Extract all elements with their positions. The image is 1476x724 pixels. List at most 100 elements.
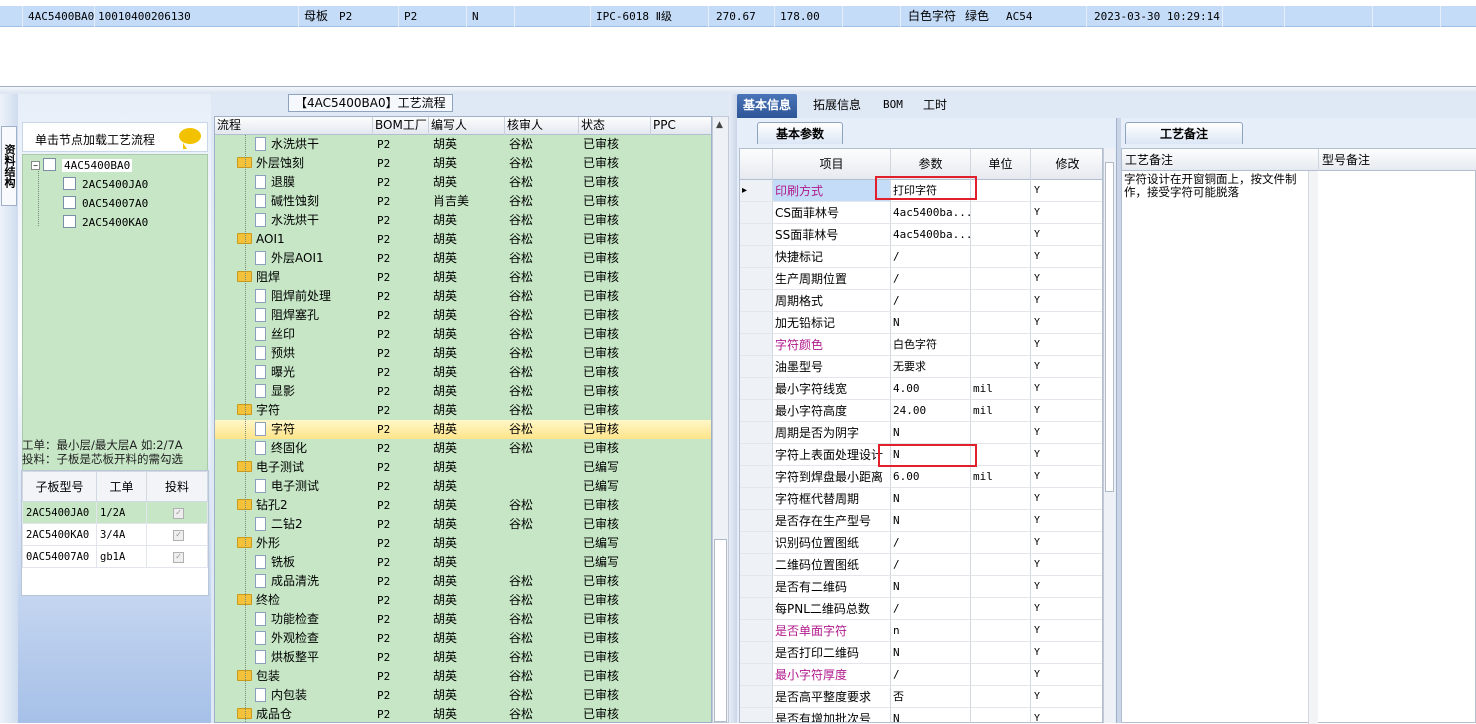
process-row[interactable]: 外层蚀刻 P2 胡英 谷松 已审核 xyxy=(215,154,711,173)
col-header-unit[interactable]: 单位 xyxy=(971,149,1031,180)
tab-extended-info[interactable]: 拓展信息 xyxy=(807,94,867,118)
param-value[interactable]: N xyxy=(891,422,971,444)
process-row[interactable]: 阻焊前处理 P2 胡英 谷松 已审核 xyxy=(215,287,711,306)
row-indicator[interactable] xyxy=(740,312,773,334)
param-row[interactable]: 是否有二维码 N Y xyxy=(740,576,1102,598)
param-row[interactable]: 是否打印二维码 N Y xyxy=(740,642,1102,664)
param-value[interactable]: 4ac5400ba... xyxy=(891,202,971,224)
col-header-modify[interactable]: 修改 xyxy=(1031,149,1102,180)
top-record-row[interactable]: 4AC5400BA0 10010400206130 母板 P2 P2 N IPC… xyxy=(0,6,1476,27)
tab-basic-params[interactable]: 基本参数 xyxy=(757,122,844,144)
tree-node-child[interactable]: 2AC5400JA0 xyxy=(63,176,148,194)
param-row[interactable]: 最小字符厚度 / Y xyxy=(740,664,1102,686)
row-indicator[interactable] xyxy=(740,356,773,378)
process-row[interactable]: 包装 P2 胡英 谷松 已审核 xyxy=(215,667,711,686)
param-value[interactable]: n xyxy=(891,620,971,642)
row-indicator[interactable] xyxy=(740,400,773,422)
process-row[interactable]: 阻焊塞孔 P2 胡英 谷松 已审核 xyxy=(215,306,711,325)
param-row[interactable]: 生产周期位置 / Y xyxy=(740,268,1102,290)
param-value[interactable]: / xyxy=(891,664,971,686)
process-row[interactable]: 功能检查 P2 胡英 谷松 已审核 xyxy=(215,610,711,629)
param-row[interactable]: 二维码位置图纸 / Y xyxy=(740,554,1102,576)
param-row[interactable]: 是否有增加批次号 N Y xyxy=(740,708,1102,722)
col-header-flow[interactable]: 流程 xyxy=(215,117,373,135)
param-value[interactable]: / xyxy=(891,268,971,290)
process-scrollbar[interactable]: ▲ xyxy=(712,116,729,723)
row-indicator[interactable] xyxy=(740,378,773,400)
row-indicator[interactable] xyxy=(740,708,773,722)
tab-hours[interactable]: 工时 xyxy=(917,94,953,118)
param-value[interactable]: 6.00 xyxy=(891,466,971,488)
tab-basic-info[interactable]: 基本信息 xyxy=(737,94,798,118)
row-indicator[interactable] xyxy=(740,202,773,224)
process-row[interactable]: 电子测试 P2 胡英 已编写 xyxy=(215,477,711,496)
process-row[interactable]: 退膜 P2 胡英 谷松 已审核 xyxy=(215,173,711,192)
process-row[interactable]: 钻孔2 P2 胡英 谷松 已审核 xyxy=(215,496,711,515)
col-header-reviewer[interactable]: 核审人 xyxy=(505,117,579,135)
param-value[interactable]: N xyxy=(891,642,971,664)
param-value[interactable]: 4.00 xyxy=(891,378,971,400)
param-row[interactable]: 最小字符线宽 4.00 mil Y xyxy=(740,378,1102,400)
param-row[interactable]: 字符到焊盘最小距离 6.00 mil Y xyxy=(740,466,1102,488)
param-value[interactable]: N xyxy=(891,708,971,722)
vertical-splitter[interactable] xyxy=(729,94,737,723)
table-row[interactable]: 0AC54007A0 gb1A ✓ xyxy=(22,545,208,568)
tree-node-child[interactable]: 0AC54007A0 xyxy=(63,195,148,213)
process-row[interactable]: 丝印 P2 胡英 谷松 已审核 xyxy=(215,325,711,344)
tab-bom[interactable]: BOM xyxy=(877,94,909,118)
scrollbar-thumb[interactable] xyxy=(714,539,727,722)
param-row[interactable]: 油墨型号 无要求 Y xyxy=(740,356,1102,378)
feed-checkbox[interactable]: ✓ xyxy=(173,508,184,519)
process-row[interactable]: 曝光 P2 胡英 谷松 已审核 xyxy=(215,363,711,382)
param-row[interactable]: 字符颜色 白色字符 Y xyxy=(740,334,1102,356)
process-row[interactable]: 碱性蚀刻 P2 肖吉美 谷松 已审核 xyxy=(215,192,711,211)
param-row[interactable]: 周期是否为阴字 N Y xyxy=(740,422,1102,444)
param-row[interactable]: SS面菲林号 4ac5400ba... Y xyxy=(740,224,1102,246)
param-value[interactable]: N xyxy=(891,312,971,334)
structure-dock-tab[interactable]: 资料结构 xyxy=(1,126,17,206)
scroll-up-icon[interactable]: ▲ xyxy=(716,120,723,130)
feed-checkbox[interactable]: ✓ xyxy=(173,552,184,563)
row-indicator[interactable]: ▸ xyxy=(740,180,773,202)
param-value[interactable]: / xyxy=(891,290,971,312)
process-row[interactable]: 外观检查 P2 胡英 谷松 已审核 xyxy=(215,629,711,648)
param-row[interactable]: 每PNL二维码总数 / Y xyxy=(740,598,1102,620)
row-indicator[interactable] xyxy=(740,620,773,642)
process-row[interactable]: 水洗烘干 P2 胡英 谷松 已审核 xyxy=(215,211,711,230)
process-row[interactable]: 二钻2 P2 胡英 谷松 已审核 xyxy=(215,515,711,534)
col-header-feed[interactable]: 投料 xyxy=(146,471,208,502)
param-value[interactable]: / xyxy=(891,598,971,620)
row-indicator[interactable] xyxy=(740,554,773,576)
row-indicator[interactable] xyxy=(740,686,773,708)
process-row[interactable]: 烘板整平 P2 胡英 谷松 已审核 xyxy=(215,648,711,667)
row-indicator[interactable] xyxy=(740,488,773,510)
process-row[interactable]: 字符 P2 胡英 谷松 已审核 xyxy=(215,420,711,439)
process-row[interactable]: 水洗烘干 P2 胡英 谷松 已审核 xyxy=(215,135,711,154)
note-scrollbar[interactable] xyxy=(1308,171,1318,724)
param-value[interactable]: / xyxy=(891,246,971,268)
param-row[interactable]: 周期格式 / Y xyxy=(740,290,1102,312)
col-header-model[interactable]: 子板型号 xyxy=(22,471,97,502)
row-indicator[interactable] xyxy=(740,466,773,488)
param-row[interactable]: 是否存在生产型号 N Y xyxy=(740,510,1102,532)
param-row[interactable]: 最小字符高度 24.00 mil Y xyxy=(740,400,1102,422)
param-value[interactable]: 24.00 xyxy=(891,400,971,422)
row-indicator[interactable] xyxy=(740,290,773,312)
param-row[interactable]: 快捷标记 / Y xyxy=(740,246,1102,268)
process-row[interactable]: 字符 P2 胡英 谷松 已审核 xyxy=(215,401,711,420)
feed-checkbox[interactable]: ✓ xyxy=(173,530,184,541)
process-row[interactable]: 成品清洗 P2 胡英 谷松 已审核 xyxy=(215,572,711,591)
col-header-order[interactable]: 工单 xyxy=(96,471,147,502)
process-note-text[interactable]: 字符设计在开窗铜面上，按文件制作，接受字符可能脱落 xyxy=(1124,173,1306,199)
collapse-icon[interactable]: − xyxy=(31,161,40,170)
param-row[interactable]: 是否高平整度要求否 Y xyxy=(740,686,1102,708)
row-indicator[interactable] xyxy=(740,664,773,686)
process-row[interactable]: 铣板 P2 胡英 已编写 xyxy=(215,553,711,572)
param-value[interactable]: N xyxy=(891,576,971,598)
process-row[interactable]: 终检 P2 胡英 谷松 已审核 xyxy=(215,591,711,610)
param-row[interactable]: 字符框代替周期 N Y xyxy=(740,488,1102,510)
row-indicator[interactable] xyxy=(740,598,773,620)
process-row[interactable]: 预烘 P2 胡英 谷松 已审核 xyxy=(215,344,711,363)
col-header-model-note[interactable]: 型号备注 xyxy=(1319,149,1476,171)
process-row[interactable]: AOI1 P2 胡英 谷松 已审核 xyxy=(215,230,711,249)
